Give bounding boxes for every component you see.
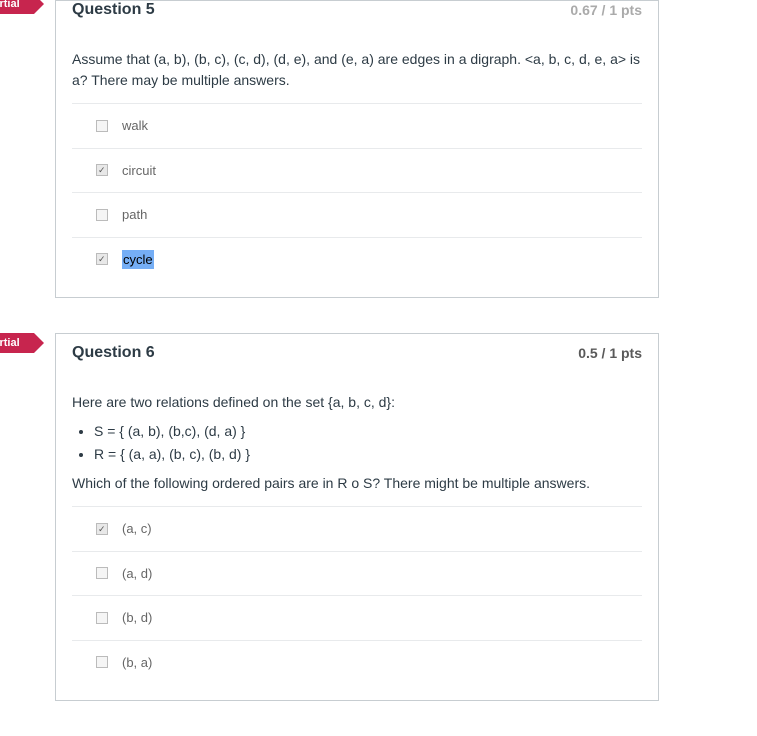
answers-list: (a, c) (a, d) (b, d) (b, a) bbox=[72, 506, 642, 690]
question-5-block: Partial Question 5 0.67 / 1 pts Assume t… bbox=[55, 0, 757, 298]
relation-r: R = { (a, a), (b, c), (b, d) } bbox=[94, 444, 642, 465]
answers-list: walk circuit path cycle bbox=[72, 103, 642, 287]
question-body: Assume that (a, b), (b, c), (c, d), (d, … bbox=[56, 29, 658, 297]
question-title: Question 6 bbox=[72, 344, 155, 362]
checkbox-icon bbox=[96, 164, 108, 176]
answer-label: circuit bbox=[122, 161, 156, 181]
question-card: Question 6 0.5 / 1 pts Here are two rela… bbox=[55, 333, 659, 701]
answer-option[interactable]: (a, c) bbox=[72, 506, 642, 551]
checkbox-icon bbox=[96, 656, 108, 668]
partial-ribbon: Partial bbox=[0, 0, 34, 14]
question-points: 0.5 / 1 pts bbox=[578, 345, 642, 361]
answer-label: (b, a) bbox=[122, 653, 152, 673]
checkbox-icon bbox=[96, 120, 108, 132]
answer-label: path bbox=[122, 205, 147, 225]
answer-option[interactable]: walk bbox=[72, 103, 642, 148]
question-card: Question 5 0.67 / 1 pts Assume that (a, … bbox=[55, 0, 659, 298]
checkbox-icon bbox=[96, 209, 108, 221]
checkbox-icon bbox=[96, 567, 108, 579]
answer-option[interactable]: circuit bbox=[72, 148, 642, 193]
ribbon-label: Partial bbox=[0, 0, 20, 11]
relations-list: S = { (a, b), (b,c), (d, a) } R = { (a, … bbox=[72, 421, 642, 465]
checkbox-icon bbox=[96, 253, 108, 265]
question-header: Question 5 0.67 / 1 pts bbox=[56, 1, 658, 29]
answer-label: (b, d) bbox=[122, 608, 152, 628]
checkbox-icon bbox=[96, 523, 108, 535]
partial-ribbon: Partial bbox=[0, 333, 34, 353]
question-title: Question 5 bbox=[72, 1, 155, 19]
question-body: Here are two relations defined on the se… bbox=[56, 372, 658, 700]
question-prompt: Assume that (a, b), (b, c), (c, d), (d, … bbox=[72, 49, 642, 91]
checkbox-icon bbox=[96, 612, 108, 624]
answer-label: walk bbox=[122, 116, 148, 136]
answer-label: (a, c) bbox=[122, 519, 152, 539]
answer-option[interactable]: (b, a) bbox=[72, 640, 642, 691]
question-prompt-intro: Here are two relations defined on the se… bbox=[72, 392, 642, 413]
answer-option[interactable]: (a, d) bbox=[72, 551, 642, 596]
answer-label: (a, d) bbox=[122, 564, 152, 584]
question-6-block: Partial Question 6 0.5 / 1 pts Here are … bbox=[55, 333, 757, 701]
answer-option[interactable]: cycle bbox=[72, 237, 642, 288]
answer-option[interactable]: path bbox=[72, 192, 642, 237]
question-points: 0.67 / 1 pts bbox=[570, 2, 642, 18]
ribbon-label: Partial bbox=[0, 336, 20, 350]
answer-label: cycle bbox=[122, 250, 154, 270]
question-prompt-main: Which of the following ordered pairs are… bbox=[72, 473, 642, 494]
answer-option[interactable]: (b, d) bbox=[72, 595, 642, 640]
question-header: Question 6 0.5 / 1 pts bbox=[56, 334, 658, 372]
relation-s: S = { (a, b), (b,c), (d, a) } bbox=[94, 421, 642, 442]
